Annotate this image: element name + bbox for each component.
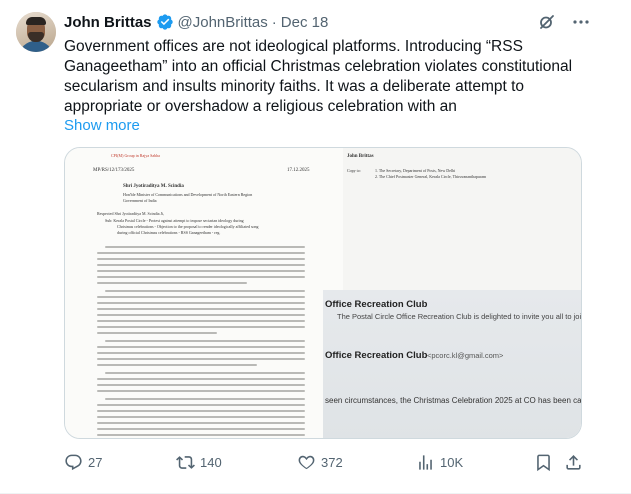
tweet-media-image[interactable]: CPI(M) Group in Rajya Sabha MP/RS/12/173… <box>64 147 582 439</box>
copy-to-line1: 1. The Secretary, Department of Posts, N… <box>375 168 456 173</box>
views-button[interactable]: 10K <box>416 453 463 472</box>
photo-email: <pcorc.kl@gmail.com> <box>427 351 504 360</box>
like-count: 372 <box>321 454 343 470</box>
top-actions <box>537 12 591 32</box>
recipient-name: Shri Jyotiraditya M. Scindia <box>123 184 184 189</box>
photo-heading2: Office Recreation Club <box>325 350 428 361</box>
tweet-header: John Brittas @JohnBrittas · Dec 18 <box>64 12 328 32</box>
copy-to-line2: 2. The Chief Postmaster General, Kerala … <box>375 174 487 179</box>
repost-button[interactable]: 140 <box>176 453 222 472</box>
bookmark-button[interactable] <box>534 453 553 472</box>
views-chart-icon <box>419 454 432 470</box>
reply-count: 27 <box>88 454 103 470</box>
bookmark-icon <box>537 454 550 471</box>
salutation: Respected Shri Jyotiraditya M. Scindia J… <box>97 211 165 216</box>
invitation-photo: Office Recreation Club The Postal Circle… <box>323 290 582 438</box>
photo-line1: The Postal Circle Office Recreation Club… <box>337 312 582 321</box>
show-more-link[interactable]: Show more <box>64 117 140 134</box>
more-options-icon[interactable] <box>571 12 591 32</box>
photo-heading1: Office Recreation Club <box>325 299 428 310</box>
letterhead-text: CPI(M) Group in Rajya Sabha <box>111 153 160 158</box>
repost-icon <box>176 455 195 469</box>
repost-count: 140 <box>200 454 222 470</box>
subject-line2: Christmas celebrations - Objection to th… <box>117 224 259 229</box>
copy-to-label: Copy to: <box>347 168 361 173</box>
letter-page-left: CPI(M) Group in Rajya Sabha MP/RS/12/173… <box>65 148 343 438</box>
tweet-text: Government offices are not ideological p… <box>64 38 573 115</box>
ref-number: MP/RS/12/173/2025 <box>93 168 135 173</box>
grok-icon[interactable] <box>537 12 557 32</box>
subject-line1: Sub: Kerala Postal Circle - Protest agai… <box>105 218 244 223</box>
separator-dot: · <box>271 13 277 31</box>
views-count: 10K <box>440 454 464 470</box>
avatar[interactable] <box>16 12 56 52</box>
share-icon <box>566 454 581 470</box>
heart-icon <box>298 455 315 469</box>
author-name[interactable]: John Brittas <box>64 14 152 31</box>
signature-name: John Brittas <box>347 154 374 159</box>
author-handle[interactable]: @JohnBrittas <box>178 14 268 31</box>
reply-button[interactable]: 27 <box>64 453 102 472</box>
ref-date: 17.12.2025 <box>287 168 310 173</box>
like-button[interactable]: 372 <box>297 453 343 472</box>
share-button[interactable] <box>564 453 583 472</box>
tweet-date[interactable]: Dec 18 <box>281 14 329 31</box>
recipient-line2: Government of India <box>123 198 157 203</box>
action-bar: 27 140 372 10K <box>64 452 584 472</box>
reply-icon <box>65 454 82 470</box>
verified-badge-icon <box>156 13 174 31</box>
tweet-card[interactable]: John Brittas @JohnBrittas · Dec 18 Gover… <box>0 0 631 494</box>
subject-line3: during official Christmas celebrations -… <box>117 230 221 235</box>
recipient-line1: Hon'ble Minister of Communications and D… <box>123 192 253 197</box>
photo-line2: seen circumstances, the Christmas Celebr… <box>325 396 582 405</box>
